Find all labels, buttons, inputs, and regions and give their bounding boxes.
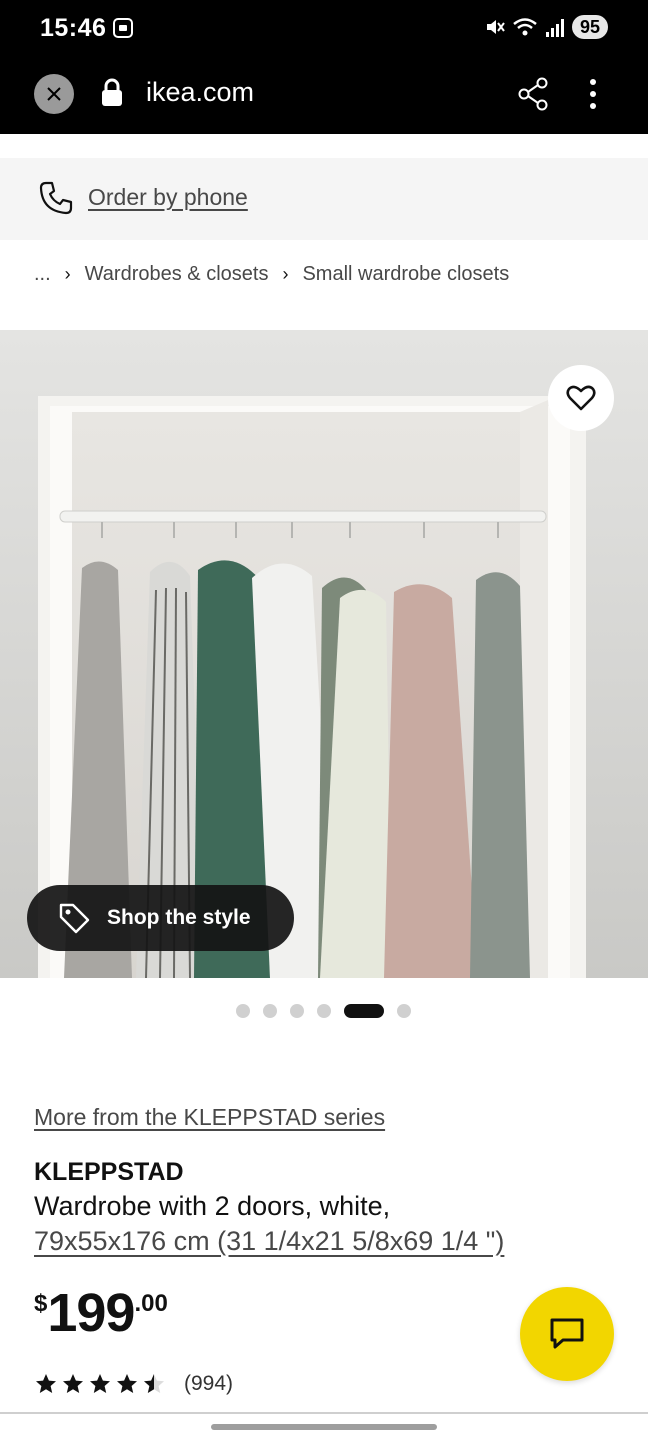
tag-icon	[59, 903, 90, 934]
shop-the-style-label: Shop the style	[107, 906, 251, 929]
order-by-phone-link[interactable]: Order by phone	[88, 184, 248, 211]
product-name: KLEPPSTAD	[34, 1158, 184, 1186]
battery-indicator: 95	[571, 15, 608, 39]
chevron-right-icon: ›	[282, 264, 289, 284]
phone-icon	[39, 181, 73, 215]
price-currency: $	[34, 1290, 48, 1317]
breadcrumb-item-wardrobes[interactable]: Wardrobes & closets	[85, 263, 269, 286]
url-text[interactable]: ikea.com	[146, 77, 254, 108]
review-count: (994)	[184, 1372, 234, 1395]
chat-icon	[550, 1318, 584, 1349]
carousel-dot[interactable]	[290, 1004, 304, 1018]
chat-button[interactable]	[520, 1287, 614, 1381]
wardrobe-photo	[0, 330, 648, 978]
wifi-icon	[513, 18, 537, 36]
product-image[interactable]	[0, 330, 648, 978]
order-by-phone-bar: Order by phone	[0, 158, 648, 240]
heart-icon	[566, 385, 596, 411]
share-icon[interactable]	[516, 76, 550, 112]
carousel-dot-active[interactable]	[344, 1004, 384, 1018]
star-icon	[117, 1374, 137, 1393]
star-half-icon	[144, 1374, 164, 1393]
lock-icon	[102, 78, 122, 106]
breadcrumb-item-small-wardrobes[interactable]: Small wardrobe closets	[302, 263, 509, 286]
browser-toolbar: ikea.com	[0, 56, 648, 134]
home-indicator[interactable]	[211, 1424, 437, 1430]
carousel-dot[interactable]	[317, 1004, 331, 1018]
price-integer: 199	[47, 1283, 135, 1343]
screenshot-icon	[113, 18, 133, 38]
add-to-favourites-button[interactable]	[548, 365, 614, 431]
status-bar: 15:46 95	[0, 0, 648, 56]
product-size-link[interactable]: 79x55x176 cm (31 1/4x21 5/8x69 1/4 ")	[34, 1226, 504, 1257]
carousel-indicator	[236, 1004, 411, 1018]
star-icon	[63, 1374, 83, 1393]
product-price: $ 199 .00	[34, 1284, 168, 1342]
status-indicators: 95	[484, 15, 608, 39]
breadcrumb: ... › Wardrobes & closets › Small wardro…	[34, 263, 509, 286]
close-icon	[47, 87, 61, 101]
series-link[interactable]: More from the KLEPPSTAD series	[34, 1104, 385, 1131]
status-time: 15:46	[40, 14, 107, 42]
signal-icon	[545, 19, 564, 37]
chevron-right-icon: ›	[64, 264, 71, 284]
close-tab-button[interactable]	[34, 74, 74, 114]
product-rating[interactable]: (994)	[34, 1372, 233, 1396]
breadcrumb-ellipsis[interactable]: ...	[34, 263, 51, 286]
carousel-dot[interactable]	[263, 1004, 277, 1018]
star-icon	[90, 1374, 110, 1393]
mute-icon	[486, 20, 505, 34]
product-description: Wardrobe with 2 doors, white,	[34, 1191, 391, 1221]
carousel-dot[interactable]	[397, 1004, 411, 1018]
more-vertical-icon[interactable]	[580, 76, 606, 112]
divider	[0, 1412, 648, 1414]
price-decimal: .00	[134, 1290, 168, 1317]
carousel-dot[interactable]	[236, 1004, 250, 1018]
shop-the-style-button[interactable]: Shop the style	[27, 885, 294, 951]
rating-stars	[34, 1372, 166, 1396]
star-icon	[36, 1374, 56, 1393]
